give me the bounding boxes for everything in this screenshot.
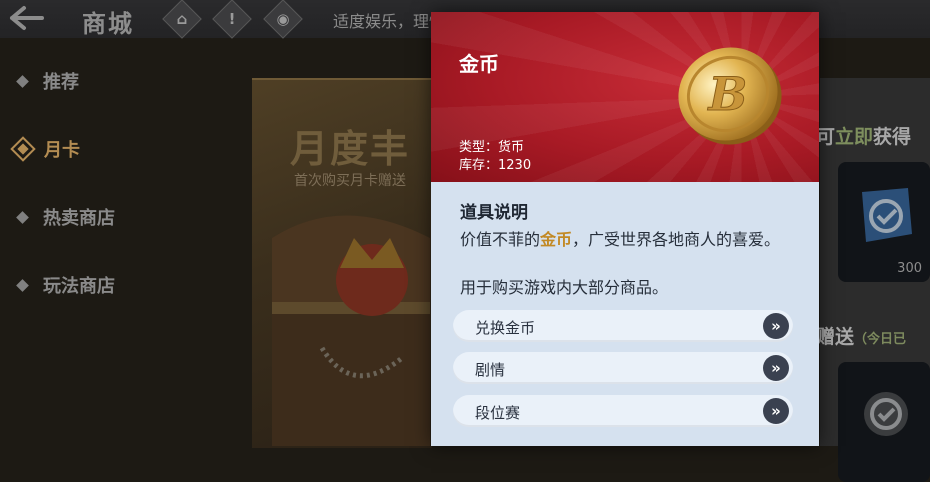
alert-icon[interactable]: !: [212, 0, 252, 39]
sidebar-item-label: 推荐: [43, 72, 79, 93]
source-button-label: 兑换金币: [475, 319, 536, 337]
right-label: 可立即获得: [816, 126, 912, 148]
reward-card[interactable]: 300: [838, 162, 930, 282]
double-chevron-right-icon: »: [763, 355, 789, 381]
source-button-ranked-match[interactable]: 段位赛 »: [453, 395, 793, 427]
diamond-icon: [16, 278, 29, 292]
sidebar-item-recommend[interactable]: 推荐: [14, 66, 79, 96]
description-usage: 用于购买游戏内大部分商品。: [460, 278, 669, 297]
source-button-exchange-gold[interactable]: 兑换金币 »: [453, 310, 793, 342]
sidebar-item-hot-shop[interactable]: 热卖商店: [14, 202, 115, 232]
double-chevron-right-icon: »: [763, 398, 789, 424]
item-stock: 库存：1230: [459, 158, 532, 173]
popup-header: 金币 类型：货币 库存：1230 B: [431, 12, 819, 182]
item-type: 类型：货币: [459, 140, 525, 155]
shop-title: 商城: [82, 10, 134, 38]
double-chevron-right-icon: »: [763, 313, 789, 339]
item-detail-popup: 金币 类型：货币 库存：1230 B 道具说明 价值不菲的金币，广受世界各地商人…: [431, 12, 819, 446]
svg-text:B: B: [707, 67, 748, 121]
banner-title: 月度丰: [290, 127, 411, 171]
gold-coin-icon: B: [678, 47, 782, 145]
diamond-icon: [16, 74, 29, 88]
source-button-label: 段位赛: [475, 404, 521, 422]
description-title: 道具说明: [460, 203, 528, 223]
diamond-icon: [10, 136, 36, 162]
sidebar-item-mode-shop[interactable]: 玩法商店: [14, 270, 115, 300]
source-button-story[interactable]: 剧情 »: [453, 352, 793, 384]
chat-icon[interactable]: ◉: [263, 0, 303, 39]
sidebar-item-label: 月卡: [44, 140, 80, 161]
right-label-gift: 赠送（今日已: [816, 326, 907, 348]
back-arrow-icon[interactable]: [6, 4, 46, 32]
check-badge-icon: [862, 188, 912, 242]
source-button-label: 剧情: [475, 361, 506, 379]
sidebar-item-label: 热卖商店: [43, 208, 115, 229]
card-quantity: 300: [897, 261, 922, 276]
reward-card[interactable]: [838, 362, 930, 482]
sidebar: 推荐 月卡 热卖商店 玩法商店: [0, 38, 245, 446]
home-icon[interactable]: ⌂: [162, 0, 202, 39]
sidebar-item-monthly-card[interactable]: 月卡: [10, 134, 80, 164]
check-badge-icon: [864, 392, 908, 436]
description-text: 价值不菲的金币，广受世界各地商人的喜爱。: [460, 230, 781, 249]
banner-subtitle: 首次购买月卡赠送: [294, 173, 406, 189]
sidebar-item-label: 玩法商店: [43, 276, 115, 297]
diamond-icon: [16, 210, 29, 224]
treasure-chest-icon: [272, 215, 430, 446]
item-name: 金币: [459, 52, 499, 76]
